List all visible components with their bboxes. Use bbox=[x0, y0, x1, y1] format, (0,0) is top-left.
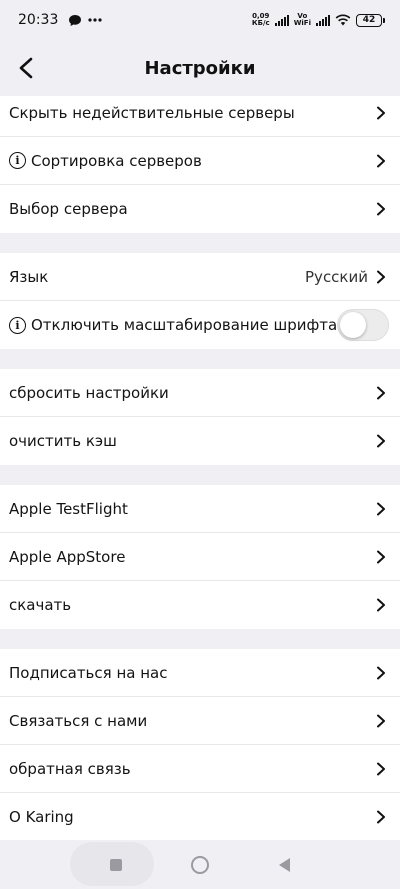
chevron-right-icon bbox=[377, 106, 385, 119]
row-label: О Karing bbox=[9, 808, 74, 826]
info-icon[interactable]: i bbox=[9, 152, 26, 169]
chevron-right-icon bbox=[377, 810, 385, 824]
status-time: 20:33 bbox=[18, 12, 59, 28]
status-right-icons: 0,09 КБ/с Vo WiFi 42 bbox=[252, 13, 385, 27]
font-scaling-toggle[interactable] bbox=[337, 309, 389, 341]
chevron-right-icon bbox=[377, 270, 385, 283]
chevron-right-icon bbox=[377, 502, 385, 515]
signal-bars-2-icon bbox=[316, 14, 330, 26]
circle-icon bbox=[191, 855, 209, 874]
row-clear-cache[interactable]: очистить кэш bbox=[0, 417, 400, 465]
wifi-icon bbox=[335, 14, 351, 26]
row-label: Связаться с нами bbox=[9, 711, 148, 730]
chevron-right-icon bbox=[377, 434, 385, 448]
more-dots-icon bbox=[88, 18, 102, 22]
row-label: Подписаться на нас bbox=[9, 663, 168, 682]
language-value: Русский bbox=[305, 267, 368, 286]
page-title-overlay: Настройки bbox=[144, 57, 256, 79]
signal-bars-icon bbox=[274, 14, 289, 26]
settings-group-maintenance: сбросить настройки очистить кэш bbox=[0, 369, 400, 465]
settings-group-about: Подписаться на нас Связаться с нами обра… bbox=[0, 649, 400, 841]
row-label: Скрыть недействительные серверы bbox=[9, 103, 295, 122]
row-reset-settings[interactable]: сбросить настройки bbox=[0, 369, 400, 417]
triangle-back-icon bbox=[279, 857, 290, 872]
settings-group-display: Язык Русский i Отключить масштабирование… bbox=[0, 253, 400, 349]
chevron-right-icon bbox=[377, 202, 385, 216]
status-bar: 20:33 0,09 КБ/с Vo WiFi 42 bbox=[0, 0, 400, 40]
row-label: Язык bbox=[9, 267, 49, 286]
row-follow-us[interactable]: Подписаться на нас bbox=[0, 649, 400, 697]
row-apple-testflight[interactable]: Apple TestFlight bbox=[0, 485, 400, 533]
chevron-left-icon bbox=[19, 57, 33, 79]
toggle-knob bbox=[340, 312, 367, 338]
chevron-right-icon bbox=[377, 598, 385, 612]
back-system-button[interactable] bbox=[271, 852, 297, 878]
row-label: скачать bbox=[9, 596, 72, 614]
settings-group-distribution: Apple TestFlight Apple AppStore скачать bbox=[0, 485, 400, 629]
app-header-overlay: Настройки bbox=[0, 40, 400, 96]
row-apple-appstore[interactable]: Apple AppStore bbox=[0, 533, 400, 581]
row-about-karing[interactable]: О Karing bbox=[0, 793, 400, 841]
row-hide-invalid-servers[interactable]: Скрыть недействительные серверы bbox=[0, 89, 400, 137]
chevron-right-icon bbox=[377, 714, 385, 727]
row-label: очистить кэш bbox=[9, 432, 117, 450]
row-label: Отключить масштабирование шрифта bbox=[31, 316, 338, 334]
row-download[interactable]: скачать bbox=[0, 581, 400, 629]
chat-bubble-icon bbox=[69, 14, 82, 26]
row-feedback[interactable]: обратная связь bbox=[0, 745, 400, 793]
row-language[interactable]: Язык Русский bbox=[0, 253, 400, 301]
chevron-right-icon bbox=[377, 666, 385, 679]
row-contact-us[interactable]: Связаться с нами bbox=[0, 697, 400, 745]
row-label: Выбор сервера bbox=[9, 200, 128, 218]
row-label: Сортировка серверов bbox=[31, 151, 202, 170]
settings-group-servers: Скрыть недействительные серверы i Сортир… bbox=[0, 89, 400, 233]
row-disable-font-scaling: i Отключить масштабирование шрифта bbox=[0, 301, 400, 349]
row-label: обратная связь bbox=[9, 759, 131, 778]
net-speed-indicator: 0,09 КБ/с bbox=[252, 13, 270, 27]
chevron-right-icon bbox=[377, 550, 385, 563]
row-label: Apple AppStore bbox=[9, 547, 126, 566]
row-select-server[interactable]: Выбор сервера bbox=[0, 185, 400, 233]
back-button-overlay[interactable] bbox=[12, 54, 40, 82]
vowifi-indicator: Vo WiFi bbox=[294, 13, 311, 27]
battery-icon: 42 bbox=[356, 13, 385, 27]
row-sort-servers[interactable]: i Сортировка серверов bbox=[0, 137, 400, 185]
recents-button[interactable] bbox=[103, 852, 129, 878]
net-speed-unit: КБ/с bbox=[251, 19, 270, 27]
row-label: Apple TestFlight bbox=[9, 499, 128, 518]
status-left-icons bbox=[68, 14, 102, 27]
info-icon[interactable]: i bbox=[9, 316, 26, 334]
row-label: сбросить настройки bbox=[9, 383, 169, 402]
home-button[interactable] bbox=[187, 852, 213, 878]
chevron-right-icon bbox=[377, 762, 385, 775]
system-nav-bar bbox=[0, 840, 400, 889]
vowifi-bottom: WiFi bbox=[293, 19, 311, 27]
square-icon bbox=[110, 858, 122, 871]
chevron-right-icon bbox=[377, 154, 385, 167]
chevron-right-icon bbox=[377, 386, 385, 399]
